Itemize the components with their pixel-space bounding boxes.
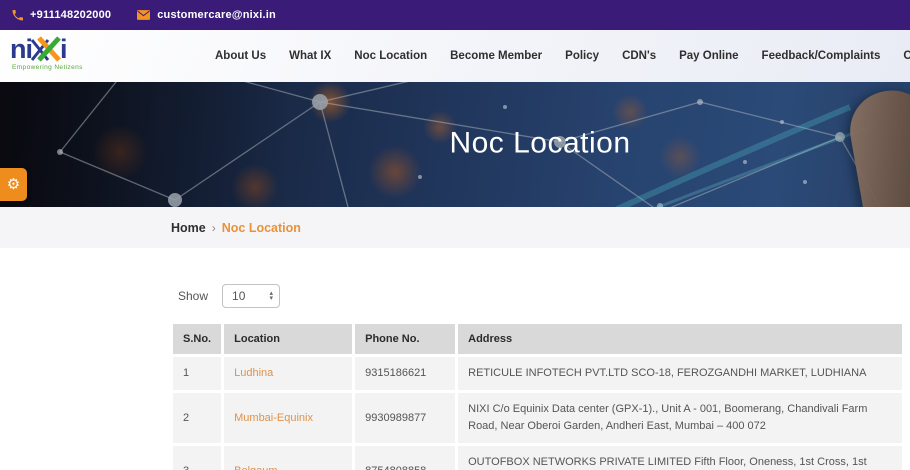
location-link[interactable]: Mumbai-Equinix [234,412,313,424]
nav-policy[interactable]: Policy [565,50,599,62]
nixi-logo[interactable]: ni i Empowering Netizens [10,36,105,71]
gear-icon: ⚙ [7,177,20,192]
nav-noc-location[interactable]: Noc Location [354,50,427,62]
nav-become-member[interactable]: Become Member [450,50,542,62]
phone-icon [12,10,23,21]
cell-phone: 9930989877 [355,393,455,443]
site-header: ni i Empowering Netizens About Us What I… [0,30,910,82]
logo-tagline: Empowering Netizens [12,64,105,71]
cell-phone: 8754808858 [355,446,455,470]
table-row: 1 Ludhina 9315186621 RETICULE INFOTECH P… [173,357,902,390]
show-label: Show [178,289,208,303]
cell-sno: 3 [173,446,221,470]
spinner-down-arrow: ▾ [270,296,274,301]
location-link[interactable]: Belgaum [234,465,277,470]
nav-contact-us[interactable]: Contact Us [903,50,910,62]
show-entries-control: Show 10 ▴ ▾ [178,284,910,308]
main-content: Show 10 ▴ ▾ S.No. Location Phone No. Add… [0,248,910,470]
show-entries-select[interactable]: 10 ▴ ▾ [222,284,280,308]
show-selected-value: 10 [232,289,269,303]
logo-text-right: i [60,36,67,63]
cell-phone: 9315186621 [355,357,455,390]
phone-number: +911148202000 [30,9,111,21]
settings-gear-button[interactable]: ⚙ [0,168,27,201]
breadcrumb-bar: Home › Noc Location [0,207,910,248]
header-address: Address [458,324,902,354]
phone-contact[interactable]: +911148202000 [12,9,111,21]
table-row: 3 Belgaum 8754808858 OUTOFBOX NETWORKS P… [173,446,902,470]
hero-banner: Noc Location [0,82,910,207]
email-icon [137,10,150,20]
table-header-row: S.No. Location Phone No. Address [173,324,902,354]
logo-x-mark [31,36,61,62]
top-contact-bar: +911148202000 customercare@nixi.in [0,0,910,30]
cell-location: Ludhina [224,357,352,390]
table-row: 2 Mumbai-Equinix 9930989877 NIXI C/o Equ… [173,393,902,443]
page-title: Noc Location [170,126,910,160]
header-location: Location [224,324,352,354]
location-link[interactable]: Ludhina [234,367,273,379]
noc-location-page: +911148202000 customercare@nixi.in ni i [0,0,910,470]
cell-location: Belgaum [224,446,352,470]
noc-location-table: S.No. Location Phone No. Address 1 Ludhi… [170,321,905,470]
cell-sno: 1 [173,357,221,390]
nav-pay-online[interactable]: Pay Online [679,50,738,62]
nav-about-us[interactable]: About Us [215,50,266,62]
main-navigation: About Us What IX Noc Location Become Mem… [215,30,910,82]
cell-address: OUTOFBOX NETWORKS PRIVATE LIMITED Fifth … [458,446,902,470]
cell-location: Mumbai-Equinix [224,393,352,443]
logo-text-left: ni [10,36,32,63]
breadcrumb-current: Noc Location [222,221,301,235]
select-spinner-icon: ▴ ▾ [270,291,274,301]
nav-cdns[interactable]: CDN's [622,50,656,62]
breadcrumb: Home › Noc Location [171,207,301,248]
breadcrumb-separator-icon: › [212,221,216,235]
cell-sno: 2 [173,393,221,443]
nav-feedback-complaints[interactable]: Feedback/Complaints [762,50,881,62]
email-contact[interactable]: customercare@nixi.in [137,9,276,21]
nav-what-ix[interactable]: What IX [289,50,331,62]
cell-address: RETICULE INFOTECH PVT.LTD SCO-18, FEROZG… [458,357,902,390]
email-address: customercare@nixi.in [157,9,276,21]
header-sno: S.No. [173,324,221,354]
breadcrumb-home-link[interactable]: Home [171,221,206,235]
header-phone: Phone No. [355,324,455,354]
cell-address: NIXI C/o Equinix Data center (GPX-1)., U… [458,393,902,443]
